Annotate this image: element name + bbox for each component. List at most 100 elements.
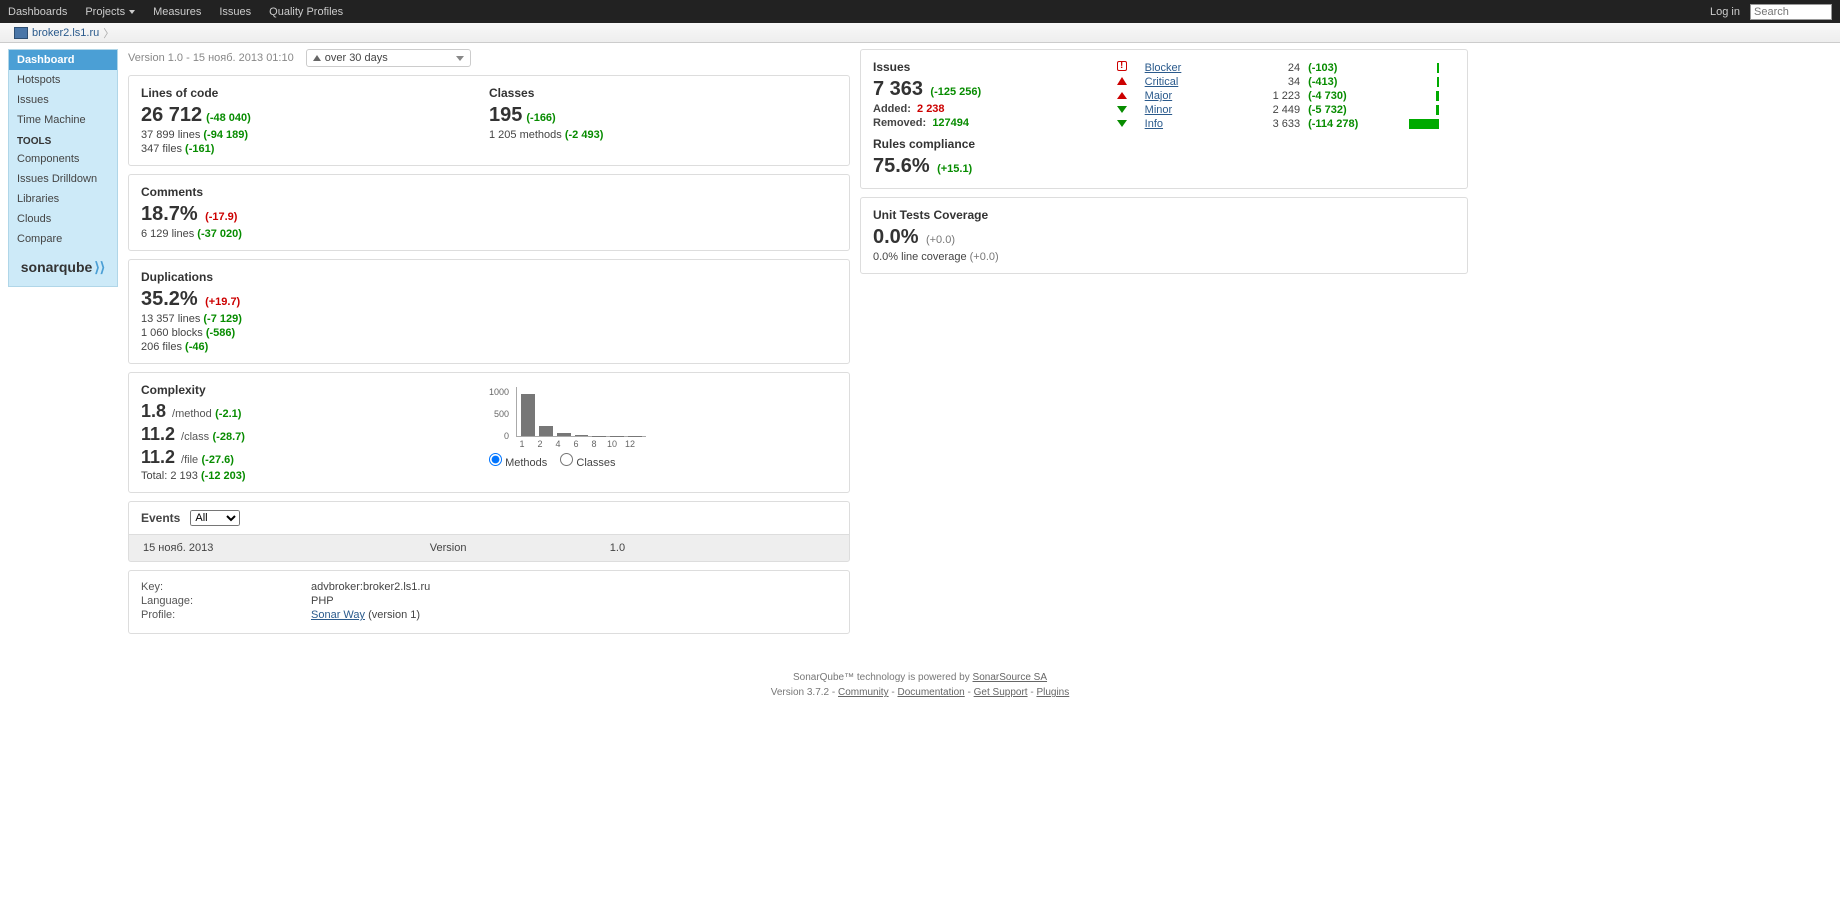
severity-icon — [1117, 61, 1127, 71]
severity-delta: (-114 278) — [1308, 118, 1358, 130]
issues-title: Issues — [873, 60, 1113, 74]
issues-removed-value: 127494 — [932, 117, 969, 129]
nav-issues[interactable]: Issues — [219, 6, 251, 18]
nav-measures[interactable]: Measures — [153, 6, 201, 18]
comments-lines-delta: (-37 020) — [197, 228, 242, 240]
sidebar-item-components[interactable]: Components — [9, 149, 117, 169]
info-key-value: advbroker:broker2.ls1.ru — [311, 581, 430, 593]
complexity-title: Complexity — [141, 383, 489, 397]
severity-icon — [1117, 92, 1127, 99]
severity-link[interactable]: Critical — [1145, 76, 1179, 88]
severity-link[interactable]: Blocker — [1145, 62, 1182, 74]
login-link[interactable]: Log in — [1710, 6, 1740, 18]
search-input[interactable] — [1750, 4, 1832, 20]
breadcrumb: broker2.ls1.ru 〉 — [0, 23, 1840, 43]
version-bar: Version 1.0 - 15 нояб. 2013 01:10 over 3… — [128, 49, 850, 67]
breadcrumb-project[interactable]: broker2.ls1.ru — [32, 27, 99, 39]
severity-link[interactable]: Major — [1145, 90, 1173, 102]
sidebar-item-hotspots[interactable]: Hotspots — [9, 70, 117, 90]
sidebar-item-clouds[interactable]: Clouds — [9, 209, 117, 229]
dup-blocks-delta: (-586) — [206, 327, 235, 339]
issues-value: 7 363 — [873, 78, 923, 101]
footer-sonarsource-link[interactable]: SonarSource SA — [973, 672, 1048, 683]
panel-issues: Issues 7 363 (-125 256) Added: 2 238 Rem… — [860, 49, 1468, 189]
severity-icon — [1117, 120, 1127, 127]
comments-delta: (-17.9) — [205, 211, 237, 223]
severity-delta: (-103) — [1308, 62, 1337, 74]
severity-link[interactable]: Minor — [1145, 104, 1173, 116]
footer-community-link[interactable]: Community — [838, 687, 889, 698]
severity-link[interactable]: Info — [1145, 118, 1163, 130]
sidebar-item-compare[interactable]: Compare — [9, 229, 117, 249]
dup-delta: (+19.7) — [205, 296, 240, 308]
project-icon — [14, 27, 28, 39]
cx-class-delta: (-28.7) — [213, 431, 245, 443]
events-title: Events — [141, 511, 180, 525]
radio-classes[interactable]: Classes — [560, 457, 615, 469]
delta-icon — [313, 55, 321, 61]
sidebar-item-dashboard[interactable]: Dashboard — [9, 50, 117, 70]
events-header: Events All — [128, 501, 850, 534]
severity-icon — [1117, 77, 1127, 85]
loc-files-delta: (-161) — [185, 143, 214, 155]
sidebar-item-time-machine[interactable]: Time Machine — [9, 110, 117, 130]
caret-down-icon — [129, 10, 135, 14]
severity-row: Minor 2 449 (-5 732) — [1113, 103, 1455, 117]
info-profile-suffix: (version 1) — [365, 609, 420, 621]
issues-removed-label: Removed: — [873, 117, 926, 129]
info-lang-label: Language: — [141, 595, 311, 607]
event-date: 15 нояб. 2013 — [131, 537, 416, 559]
cx-total-delta: (-12 203) — [201, 470, 246, 482]
severity-row: Blocker 24 (-103) — [1113, 60, 1455, 75]
sidebar-item-libraries[interactable]: Libraries — [9, 189, 117, 209]
cx-method-val: 1.8 — [141, 401, 166, 422]
cx-file-val: 11.2 — [141, 447, 175, 468]
severity-icon — [1117, 106, 1127, 113]
sidebar-item-issues[interactable]: Issues — [9, 90, 117, 110]
dup-value: 35.2% — [141, 288, 198, 311]
severity-count: 3 633 — [1229, 117, 1304, 131]
info-profile-link[interactable]: Sonar Way — [311, 609, 365, 621]
delta-period-select[interactable]: over 30 days — [306, 49, 471, 67]
rules-label: Rules compliance — [873, 137, 1113, 151]
loc-value: 26 712 — [141, 104, 202, 127]
panel-complexity: Complexity 1.8/method (-2.1) 11.2/class … — [128, 372, 850, 493]
classes-methods: 1 205 methods — [489, 129, 562, 141]
cx-file-delta: (-27.6) — [202, 454, 234, 466]
footer-support-link[interactable]: Get Support — [974, 687, 1028, 698]
loc-delta: (-48 040) — [206, 112, 251, 124]
loc-files: 347 files — [141, 143, 182, 155]
severity-table: Blocker 24 (-103) Critical 34 (-413) Maj… — [1113, 60, 1455, 131]
panel-comments: Comments 18.7% (-17.9) 6 129 lines (-37 … — [128, 174, 850, 251]
cx-total: Total: 2 193 — [141, 470, 198, 482]
comments-title: Comments — [141, 185, 837, 199]
sonarqube-logo: sonarqube⟩⟩ — [9, 249, 117, 286]
classes-delta: (-166) — [526, 112, 555, 124]
event-type: Version — [418, 537, 596, 559]
issues-added-label: Added: — [873, 103, 911, 115]
events-filter-select[interactable]: All — [190, 510, 240, 526]
sidebar-item-issues-drilldown[interactable]: Issues Drilldown — [9, 169, 117, 189]
coverage-line-delta: (+0.0) — [970, 251, 999, 263]
version-text: Version 1.0 - 15 нояб. 2013 01:10 — [128, 52, 294, 64]
radio-methods[interactable]: Methods — [489, 457, 547, 469]
sidebar: Dashboard Hotspots Issues Time Machine T… — [8, 49, 118, 287]
dup-files: 206 files — [141, 341, 182, 353]
nav-quality-profiles[interactable]: Quality Profiles — [269, 6, 343, 18]
top-nav-bar: Dashboards Projects Measures Issues Qual… — [0, 0, 1840, 23]
severity-delta: (-4 730) — [1308, 90, 1347, 102]
info-lang-value: PHP — [311, 595, 334, 607]
footer-docs-link[interactable]: Documentation — [897, 687, 964, 698]
severity-row: Major 1 223 (-4 730) — [1113, 89, 1455, 103]
table-row: 15 нояб. 2013 Version 1.0 — [131, 537, 847, 559]
loc-lines: 37 899 lines — [141, 129, 200, 141]
dup-lines: 13 357 lines — [141, 313, 200, 325]
coverage-delta: (+0.0) — [926, 234, 955, 246]
nav-dashboards[interactable]: Dashboards — [8, 6, 67, 18]
footer-plugins-link[interactable]: Plugins — [1036, 687, 1069, 698]
coverage-value: 0.0% — [873, 226, 919, 249]
info-profile-label: Profile: — [141, 609, 311, 621]
panel-project-info: Key:advbroker:broker2.ls1.ru Language:PH… — [128, 570, 850, 634]
loc-lines-delta: (-94 189) — [203, 129, 248, 141]
nav-projects[interactable]: Projects — [85, 6, 135, 18]
